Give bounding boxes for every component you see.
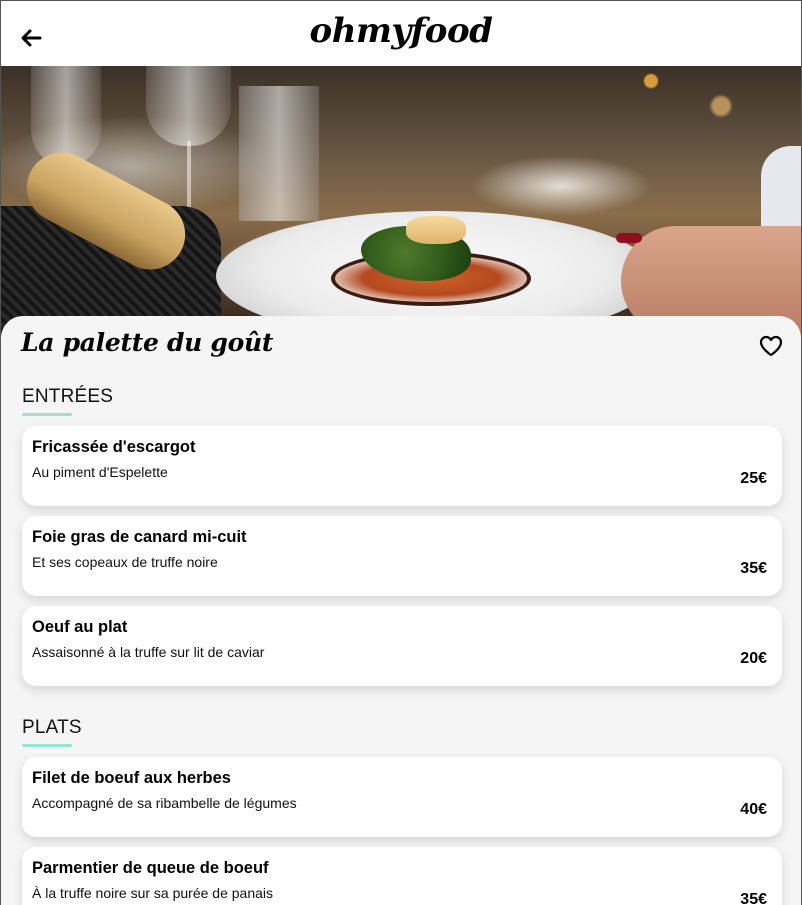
app-frame: ohmyfood La palette du goût ENTRÉES Fric… [0, 0, 802, 905]
menu-item[interactable]: Filet de boeuf aux herbes Accompagné de … [22, 757, 782, 837]
dish-name: Filet de boeuf aux herbes [32, 769, 231, 787]
section-title-entrees: ENTRÉES [22, 386, 114, 407]
section-underline [22, 744, 72, 747]
favorite-button[interactable] [758, 334, 784, 358]
dish-name: Parmentier de queue de boeuf [32, 859, 269, 877]
dish-name: Foie gras de canard mi-cuit [32, 528, 247, 546]
restaurant-name: La palette du goût [21, 328, 274, 357]
arrow-left-icon [21, 29, 42, 47]
back-button[interactable] [17, 24, 45, 52]
dish-description: Au piment d'Espelette [32, 464, 168, 480]
dish-description: Accompagné de sa ribambelle de légumes [32, 795, 297, 811]
dish-description: À la truffe noire sur sa purée de panais [32, 885, 274, 901]
menu-sheet: La palette du goût ENTRÉES Fricassée d'e… [1, 316, 801, 905]
dish-price: 40€ [740, 801, 767, 818]
menu-item[interactable]: Parmentier de queue de boeuf À la truffe… [22, 847, 782, 905]
restaurant-hero-image [1, 66, 801, 336]
menu-item[interactable]: Oeuf au plat Assaisonné à la truffe sur … [22, 606, 782, 686]
dish-price: 20€ [740, 650, 767, 667]
dish-name: Oeuf au plat [32, 618, 128, 636]
dish-price: 35€ [740, 560, 767, 577]
heart-icon [759, 335, 783, 357]
dish-price: 25€ [740, 470, 767, 487]
header: ohmyfood [1, 1, 801, 66]
menu-item[interactable]: Foie gras de canard mi-cuit Et ses copea… [22, 516, 782, 596]
dish-name: Fricassée d'escargot [32, 438, 196, 456]
menu-item[interactable]: Fricassée d'escargot Au piment d'Espelet… [22, 426, 782, 506]
dish-description: Et ses copeaux de truffe noire [32, 554, 218, 570]
dish-price: 35€ [740, 891, 767, 905]
app-logo[interactable]: ohmyfood [310, 11, 493, 51]
section-underline [22, 413, 72, 416]
dish-description: Assaisonné à la truffe sur lit de caviar [32, 644, 265, 660]
section-title-plats: PLATS [22, 717, 82, 738]
